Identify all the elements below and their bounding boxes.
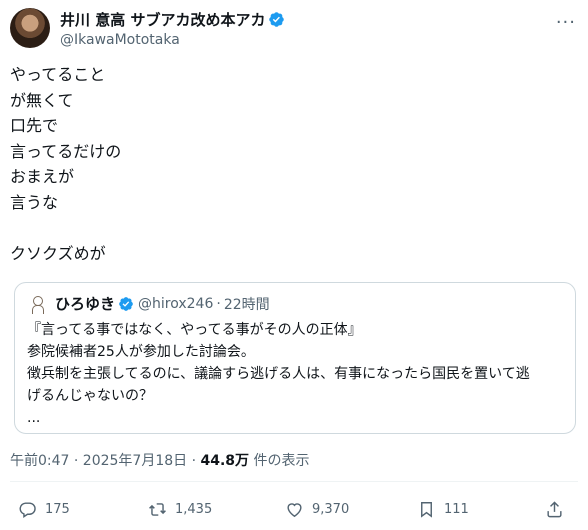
- tweet-header: 井川 意高 サブアカ改め本アカ @IkawaMototaka ···: [10, 6, 580, 52]
- tweet-text: やってること が無くて 口先で 言ってるだけの おまえが 言うな クソクズめが: [10, 65, 122, 263]
- reply-count: 175: [45, 502, 70, 517]
- author-name-row: 井川 意高 サブアカ改め本アカ: [60, 9, 285, 29]
- retweet-icon: [149, 503, 166, 516]
- author-avatar[interactable]: [10, 8, 50, 48]
- view-count: 44.8万: [200, 453, 250, 469]
- quoted-line: 徴兵制を主張してるのに、議論すら逃げる人は、有事になったら国民を置いて逃: [27, 366, 530, 382]
- quoted-author-handle: @hirox246: [138, 295, 214, 312]
- quoted-line: げるんじゃないの？: [27, 388, 153, 404]
- author-info: 井川 意高 サブアカ改め本アカ @IkawaMototaka: [60, 9, 285, 48]
- view-count-label: 件の表示: [249, 453, 310, 469]
- verified-badge-icon: [119, 296, 133, 311]
- like-icon: [287, 503, 302, 518]
- bookmark-count: 111: [444, 502, 469, 517]
- tweet-timestamp[interactable]: 午前0:47 · 2025年7月18日 ·: [10, 453, 201, 469]
- author-name[interactable]: 井川 意高 サブアカ改め本アカ: [60, 9, 265, 30]
- tweet-meta: 午前0:47 · 2025年7月18日 · 44.8万 件の表示: [10, 450, 310, 470]
- action-bar: 175 1,435 9,370 111: [0, 500, 588, 524]
- like-button[interactable]: 9,370: [285, 500, 349, 519]
- retweet-button[interactable]: 1,435: [148, 500, 212, 519]
- reply-icon: [19, 502, 36, 518]
- bookmark-icon: [421, 502, 432, 518]
- quoted-line: ...: [27, 410, 41, 426]
- retweet-count: 1,435: [175, 502, 213, 517]
- bookmark-button[interactable]: 111: [417, 500, 469, 519]
- quoted-separator: ·: [216, 295, 221, 312]
- quoted-tweet-header: ひろゆき @hirox246 · 22時間: [27, 293, 270, 314]
- quoted-line: 参院候補者25人が参加した討論会。: [27, 344, 255, 360]
- author-handle[interactable]: @IkawaMototaka: [60, 32, 285, 48]
- quoted-tweet-text: 『言ってる事ではなく、やってる事がその人の正体』 参院候補者25人が参加した討論…: [27, 319, 565, 429]
- quoted-author-name: ひろゆき: [55, 295, 116, 313]
- share-button[interactable]: [545, 500, 572, 519]
- share-icon: [547, 501, 562, 518]
- quoted-tweet[interactable]: ひろゆき @hirox246 · 22時間 『言ってる事ではなく、やってる事がそ…: [14, 282, 576, 434]
- reply-button[interactable]: 175: [18, 500, 70, 519]
- quoted-timestamp: 22時間: [223, 296, 270, 313]
- quoted-line: 『言ってる事ではなく、やってる事がその人の正体』: [27, 322, 362, 338]
- quoted-author-avatar: [27, 293, 47, 314]
- like-count: 9,370: [312, 502, 350, 517]
- more-icon[interactable]: ···: [556, 12, 576, 33]
- divider: [10, 481, 578, 482]
- verified-badge-icon: [269, 11, 285, 27]
